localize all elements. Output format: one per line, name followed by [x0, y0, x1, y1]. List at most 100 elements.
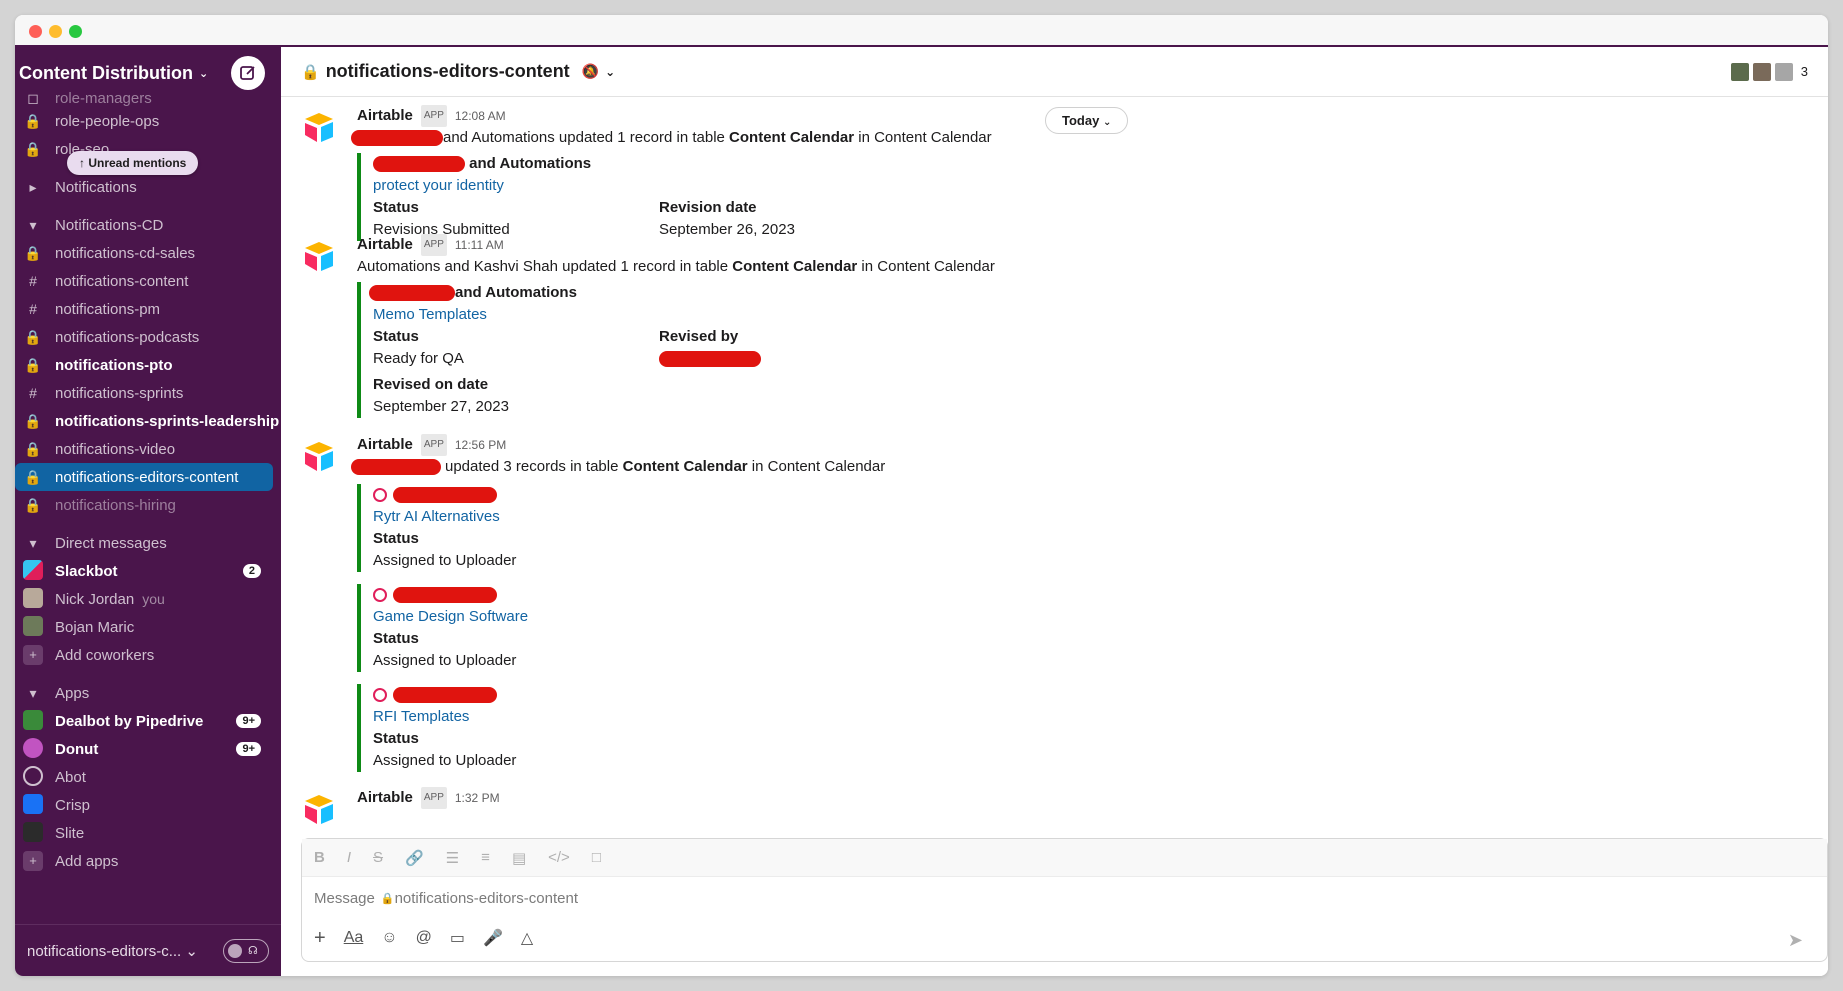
unread-mentions-label: Unread mentions: [88, 156, 187, 170]
sidebar-item-label: Dealbot by Pipedrive: [55, 712, 204, 730]
workspace-name-button[interactable]: Content Distribution ⌄: [19, 63, 208, 84]
emoji-icon[interactable]: ☺: [381, 929, 397, 947]
sidebar-item-notifications-sprints[interactable]: # notifications-sprints: [15, 379, 281, 407]
sidebar-item-notifications-video[interactable]: 🔒 notifications-video: [15, 435, 281, 463]
blockquote-icon[interactable]: ▤: [512, 849, 526, 867]
user-icon: [373, 488, 387, 503]
sidebar-item-label: notifications-editors-content: [55, 468, 239, 486]
members-button[interactable]: 3: [1728, 60, 1808, 83]
record-link[interactable]: protect your identity: [373, 175, 1808, 197]
table-name: Content Calendar: [732, 258, 858, 275]
sidebar-item-notifications-hiring[interactable]: 🔒 notifications-hiring: [15, 491, 281, 519]
dealbot-icon: [23, 709, 43, 733]
record-link[interactable]: Game Design Software: [373, 606, 1808, 628]
zoom-window-button[interactable]: [69, 25, 82, 38]
message-text: Automations and Kashvi Shah updated 1 re…: [357, 256, 1808, 278]
sidebar-item-label: notifications-pto: [55, 356, 173, 374]
sidebar-item-nick-jordan[interactable]: Nick Jordan you: [15, 585, 281, 613]
app-window: Content Distribution ⌄ ↑ Unread mentions…: [15, 15, 1828, 976]
section-direct-messages[interactable]: ▾ Direct messages: [15, 529, 281, 557]
italic-icon[interactable]: I: [347, 849, 351, 866]
video-icon[interactable]: ▭: [450, 928, 465, 948]
redacted-block: [373, 156, 465, 173]
app-tag: APP: [420, 234, 447, 256]
record-link[interactable]: RFI Templates: [373, 706, 1808, 728]
channel-header: 🔒 notifications-editors-content 🔕 ⌄ 3: [281, 47, 1828, 97]
code-block-icon[interactable]: □: [592, 849, 601, 866]
app-tag: APP: [420, 434, 447, 456]
strikethrough-icon[interactable]: S: [373, 849, 383, 866]
plus-icon: +: [23, 851, 43, 871]
sidebar-item-label: notifications-hiring: [55, 496, 176, 514]
sidebar-item-slackbot[interactable]: Slackbot 2: [15, 557, 281, 585]
sidebar-item-add-coworkers[interactable]: + Add coworkers: [15, 641, 281, 669]
sidebar-item-notifications-editors-content[interactable]: 🔒 notifications-editors-content: [15, 463, 273, 491]
lock-icon: 🔒: [24, 244, 42, 261]
unread-mentions-button[interactable]: ↑ Unread mentions: [67, 151, 199, 175]
sidebar-item-notifications-pm[interactable]: # notifications-pm: [15, 295, 281, 323]
sidebar-item-add-apps[interactable]: + Add apps: [15, 847, 281, 875]
format-text-icon[interactable]: Aa: [344, 929, 364, 947]
sidebar-item-donut[interactable]: Donut 9+: [15, 735, 281, 763]
section-notifications[interactable]: ▸ Notifications: [15, 173, 281, 201]
sidebar-item-crisp[interactable]: Crisp: [15, 791, 281, 819]
lock-icon: 🔒: [24, 140, 42, 157]
hash-icon: #: [29, 273, 37, 289]
channel-title-button[interactable]: 🔒 notifications-editors-content 🔕 ⌄: [301, 61, 615, 82]
section-apps[interactable]: ▾ Apps: [15, 679, 281, 707]
message: Airtable APP 12:08 AM and Automations up…: [301, 105, 1808, 241]
sender-name[interactable]: Airtable: [357, 234, 413, 256]
compose-button[interactable]: [231, 56, 265, 90]
lock-icon: 🔒: [24, 328, 42, 345]
record-link[interactable]: Memo Templates: [373, 304, 1808, 326]
sidebar-item-notifications-pto[interactable]: 🔒 notifications-pto: [15, 351, 281, 379]
lock-icon: 🔒: [24, 112, 42, 129]
sidebar-item-notifications-content[interactable]: # notifications-content: [15, 267, 281, 295]
message-input[interactable]: Message 🔒 notifications-editors-content: [302, 877, 1827, 919]
sidebar-item-slite[interactable]: Slite: [15, 819, 281, 847]
mention-icon[interactable]: @: [416, 929, 432, 947]
lock-icon: 🔒: [380, 892, 395, 905]
airtable-logo-icon: [305, 442, 333, 471]
bulleted-list-icon[interactable]: ≡: [481, 849, 490, 866]
section-label: Direct messages: [55, 534, 167, 552]
timestamp[interactable]: 12:56 PM: [455, 434, 506, 456]
minimize-window-button[interactable]: [49, 25, 62, 38]
sidebar-footer: notifications-editors-c... ⌄ ☊: [15, 924, 281, 976]
sidebar-item-notifications-sprints-leadership[interactable]: 🔒 notifications-sprints-leadership: [15, 407, 281, 435]
sidebar-item-notifications-podcasts[interactable]: 🔒 notifications-podcasts: [15, 323, 281, 351]
timestamp[interactable]: 11:11 AM: [455, 234, 504, 256]
bold-icon[interactable]: B: [314, 849, 325, 866]
section-notifications-cd[interactable]: ▾ Notifications-CD: [15, 211, 281, 239]
sidebar-item-label: Add apps: [55, 852, 119, 870]
timestamp[interactable]: 1:32 PM: [455, 787, 500, 809]
sender-name[interactable]: Airtable: [357, 105, 413, 127]
slash-command-icon[interactable]: △: [521, 928, 533, 948]
link-icon[interactable]: 🔗: [405, 849, 424, 867]
sidebar-item-notifications-cd-sales[interactable]: 🔒 notifications-cd-sales: [15, 239, 281, 267]
sidebar-item-role-people-ops[interactable]: 🔒 role-people-ops: [15, 107, 281, 135]
send-icon: ➤: [1787, 930, 1803, 950]
ordered-list-icon[interactable]: ☰: [446, 849, 459, 867]
message: Airtable APP 11:11 AM Automations and Ka…: [301, 234, 1808, 418]
sidebar-item-bojan-maric[interactable]: Bojan Maric: [15, 613, 281, 641]
sidebar-item-role-managers[interactable]: ◻ role-managers: [15, 89, 281, 107]
close-window-button[interactable]: [29, 25, 42, 38]
avatar: [23, 587, 43, 611]
app-tag: APP: [420, 105, 447, 127]
chevron-down-icon: ⌄: [198, 67, 209, 80]
microphone-icon[interactable]: 🎤: [483, 928, 503, 948]
sidebar-item-abot[interactable]: Abot: [15, 763, 281, 791]
plus-icon[interactable]: +: [314, 927, 326, 950]
record-link[interactable]: Rytr AI Alternatives: [373, 506, 1808, 528]
field-label: Revised by: [659, 328, 739, 345]
timestamp[interactable]: 12:08 AM: [455, 105, 506, 127]
footer-channel-switcher[interactable]: notifications-editors-c... ⌄: [27, 942, 198, 960]
sender-name[interactable]: Airtable: [357, 434, 413, 456]
send-button[interactable]: ➤: [1788, 930, 1803, 951]
sidebar-item-dealbot[interactable]: Dealbot by Pipedrive 9+: [15, 707, 281, 735]
section-label: Apps: [55, 684, 90, 702]
sender-name[interactable]: Airtable: [357, 787, 413, 809]
huddle-toggle[interactable]: ☊: [223, 938, 269, 963]
code-icon[interactable]: </>: [548, 849, 570, 866]
